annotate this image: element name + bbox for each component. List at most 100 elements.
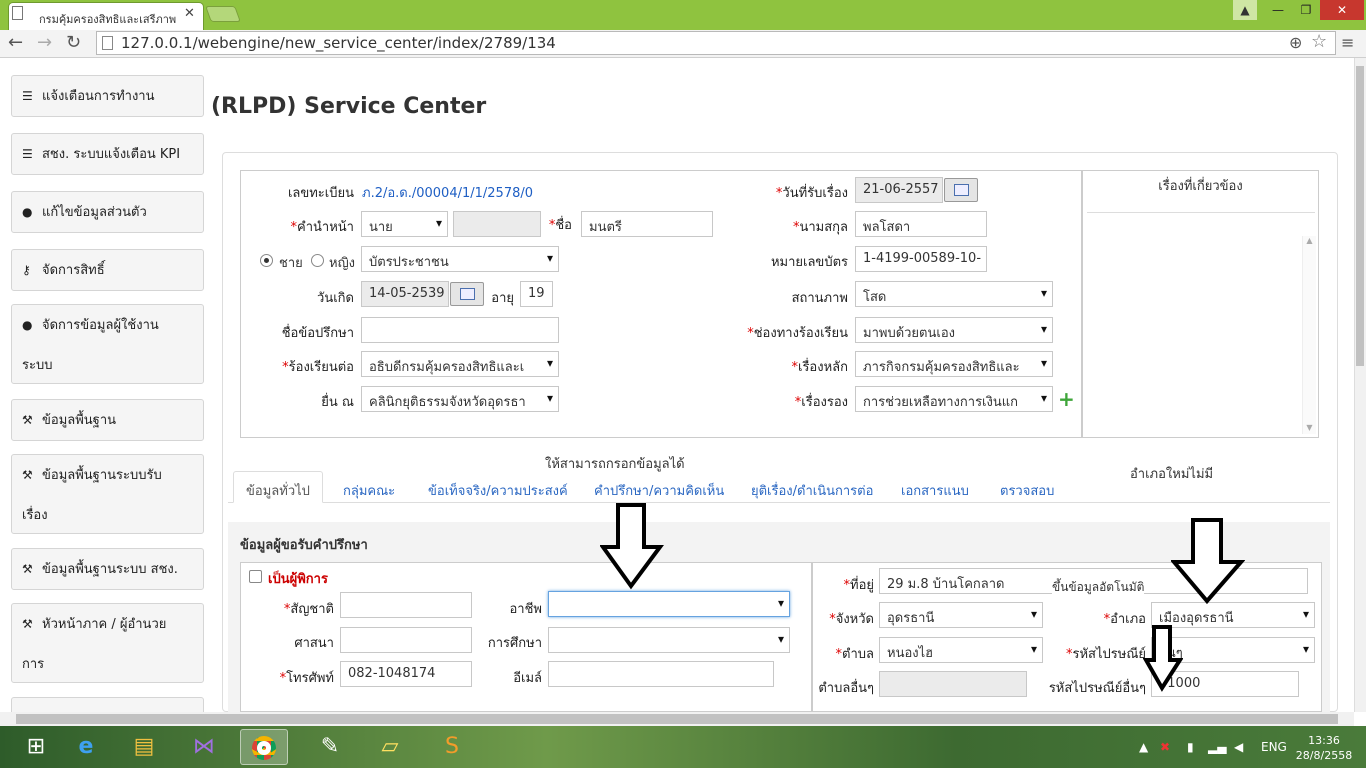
tab-attachments[interactable]: เอกสารแนบ xyxy=(901,480,969,501)
zoom-icon[interactable]: ⊕ xyxy=(1289,33,1302,52)
bookmark-star-icon[interactable]: ☆ xyxy=(1311,31,1327,52)
disabled-label: เป็นผู้พิการ xyxy=(268,572,328,587)
name-label: *ชื่อ xyxy=(548,218,572,233)
sidebar-item-basic-data-schg[interactable]: ⚒ ข้อมูลพื้นฐานระบบ สชง. xyxy=(11,548,204,590)
tab-advice[interactable]: คำปรึกษา/ความคิดเห็น xyxy=(594,480,724,501)
id-type-select[interactable]: บัตรประชาชน xyxy=(361,246,559,272)
chrome-icon[interactable] xyxy=(240,729,288,765)
network-warning-icon[interactable]: ✖ xyxy=(1160,740,1170,754)
sublime-text-icon[interactable]: S xyxy=(428,729,476,765)
disabled-checkbox[interactable] xyxy=(249,570,262,583)
page-title: (RLPD) Service Center xyxy=(211,94,487,119)
minimize-button[interactable]: — xyxy=(1264,0,1292,20)
forward-icon[interactable]: → xyxy=(37,32,52,53)
scroll-thumb[interactable] xyxy=(1356,66,1364,366)
tab-facts[interactable]: ข้อเท็จจริง/ความประสงค์ xyxy=(428,480,568,501)
name-field[interactable]: มนตรี xyxy=(581,211,713,237)
tab-group[interactable]: กลุ่มคณะ xyxy=(343,480,395,501)
clock-time: 13:36 xyxy=(1308,734,1340,747)
calendar-icon[interactable] xyxy=(450,282,484,306)
annotation-note: ขึ้นข้อมูลอัตโนมัติ xyxy=(1052,578,1145,597)
browser-tab[interactable]: กรมคุ้มครองสิทธิและเสรีภาพ xyxy=(8,2,204,30)
sidebar-item-label: สชง. ระบบแจ้งเตือน KPI xyxy=(42,147,181,162)
list-icon: ☰ xyxy=(22,89,33,103)
subdistrict-select[interactable]: หนองไฮ xyxy=(879,637,1043,663)
submit-at-select[interactable]: คลินิกยุติธรรมจังหวัดอุดรธา xyxy=(361,386,559,412)
tab-title: กรมคุ้มครองสิทธิและเสรีภาพ xyxy=(39,13,177,26)
sidebar-item-users[interactable]: ● จัดการข้อมูลผู้ใช้งาน ระบบ xyxy=(11,304,204,384)
sidebar-item-heads[interactable]: ⚒ หัวหน้าภาค / ผู้อำนวย การ xyxy=(11,603,204,683)
close-window-button[interactable]: ✕ xyxy=(1320,0,1364,20)
reload-icon[interactable]: ↻ xyxy=(66,32,81,53)
topic-field[interactable] xyxy=(361,317,559,343)
new-tab-button[interactable] xyxy=(205,6,241,22)
calendar-icon[interactable] xyxy=(944,178,978,202)
postcode-label: *รหัสไปรษณีย์ xyxy=(1065,647,1146,662)
surname-field[interactable]: พลโสดา xyxy=(855,211,987,237)
sidebar-item-label: เรื่อง xyxy=(22,508,48,523)
submit-at-label: ยื่น ณ xyxy=(321,395,354,410)
sidebar-item-profile[interactable]: ● แก้ไขข้อมูลส่วนตัว xyxy=(11,191,204,233)
key-icon: ⚷ xyxy=(22,263,31,277)
occupation-select[interactable] xyxy=(548,591,790,617)
tab-conclusion[interactable]: ยุติเรื่อง/ดำเนินการต่อ xyxy=(751,480,873,501)
prefix-select[interactable]: นาย xyxy=(361,211,448,237)
volume-icon[interactable]: ◀ xyxy=(1234,740,1243,754)
reg-no-link[interactable]: ภ.2/อ.ด./00004/1/1/2578/0 xyxy=(362,182,533,203)
internet-explorer-icon[interactable]: e xyxy=(62,729,110,765)
address-bar[interactable]: 127.0.0.1/webengine/new_service_center/i… xyxy=(96,31,1336,55)
menu-icon[interactable]: ≡ xyxy=(1341,33,1354,52)
battery-icon[interactable]: ▮ xyxy=(1187,740,1194,754)
card-no-field[interactable]: 1-4199-00589-10- xyxy=(855,246,987,272)
received-date-label: *วันที่รับเรื่อง xyxy=(775,186,848,201)
sidebar-item-work-alert[interactable]: ☰ แจ้งเตือนการทำงาน xyxy=(11,75,204,117)
related-scrollbar[interactable]: ▲ ▼ xyxy=(1302,236,1316,434)
tab-divider xyxy=(228,502,1330,503)
phone-field[interactable]: 082-1048174 xyxy=(340,661,472,687)
tab-general[interactable]: ข้อมูลทั่วไป xyxy=(233,471,323,503)
sticky-notes-icon[interactable]: ▱ xyxy=(366,729,414,765)
sidebar-item-label: ข้อมูลพื้นฐาน xyxy=(42,413,117,428)
sub-matter-select[interactable]: การช่วยเหลือทางการเงินแก xyxy=(855,386,1053,412)
annotation-arrow-icon xyxy=(600,503,664,590)
province-select[interactable]: อุดรธานี xyxy=(879,602,1043,628)
clock[interactable]: 13:36 28/8/2558 xyxy=(1294,733,1354,763)
sidebar-item-kpi[interactable]: ☰ สชง. ระบบแจ้งเตือน KPI xyxy=(11,133,204,175)
topic-label: ชื่อข้อปรึกษา xyxy=(281,326,354,341)
education-select[interactable] xyxy=(548,627,790,653)
notepad-icon[interactable]: ✎ xyxy=(306,729,354,765)
show-hidden-icons[interactable]: ▲ xyxy=(1139,740,1148,754)
received-date-field[interactable]: 21-06-2557 xyxy=(855,177,943,203)
user-icon[interactable]: ▲ xyxy=(1233,0,1257,20)
status-select[interactable]: โสด xyxy=(855,281,1053,307)
scroll-thumb[interactable] xyxy=(16,714,1338,724)
complain-to-select[interactable]: อธิบดีกรมคุ้มครองสิทธิและเ xyxy=(361,351,559,377)
district-label: *อำเภอ xyxy=(1103,612,1146,627)
file-explorer-icon[interactable]: ▤ xyxy=(120,729,168,765)
maximize-button[interactable]: ❐ xyxy=(1292,0,1320,20)
language-indicator[interactable]: ENG xyxy=(1261,740,1287,754)
back-icon[interactable]: ← xyxy=(8,32,23,53)
sidebar-item-permissions[interactable]: ⚷ จัดการสิทธิ์ xyxy=(11,249,204,291)
url-text: 127.0.0.1/webengine/new_service_center/i… xyxy=(121,34,556,52)
gender-male-radio[interactable] xyxy=(260,254,273,267)
gender-female-radio[interactable] xyxy=(311,254,324,267)
religion-field[interactable] xyxy=(340,627,472,653)
other-subdistrict-field xyxy=(879,671,1027,697)
age-field[interactable]: 19 xyxy=(520,281,553,307)
sidebar-item-label: แก้ไขข้อมูลส่วนตัว xyxy=(42,205,147,220)
email-field[interactable] xyxy=(548,661,774,687)
nationality-field[interactable] xyxy=(340,592,472,618)
sidebar-item-basic-data[interactable]: ⚒ ข้อมูลพื้นฐาน xyxy=(11,399,204,441)
main-matter-select[interactable]: ภารกิจกรมคุ้มครองสิทธิและ xyxy=(855,351,1053,377)
channel-select[interactable]: มาพบด้วยตนเอง xyxy=(855,317,1053,343)
add-plus-icon[interactable]: + xyxy=(1058,389,1075,409)
sidebar-item-basic-data-intake[interactable]: ⚒ ข้อมูลพื้นฐานระบบรับ เรื่อง xyxy=(11,454,204,534)
signal-icon[interactable]: ▂▄ xyxy=(1208,740,1226,754)
tab-review[interactable]: ตรวจสอบ xyxy=(1000,480,1054,501)
dob-field[interactable]: 14-05-2539 xyxy=(361,281,449,307)
card-no-label: หมายเลขบัตร xyxy=(770,255,848,270)
close-tab-icon[interactable]: ✕ xyxy=(184,6,195,21)
visual-studio-icon[interactable]: ⋈ xyxy=(180,729,228,765)
windows-start-icon[interactable]: ⊞ xyxy=(12,729,60,765)
